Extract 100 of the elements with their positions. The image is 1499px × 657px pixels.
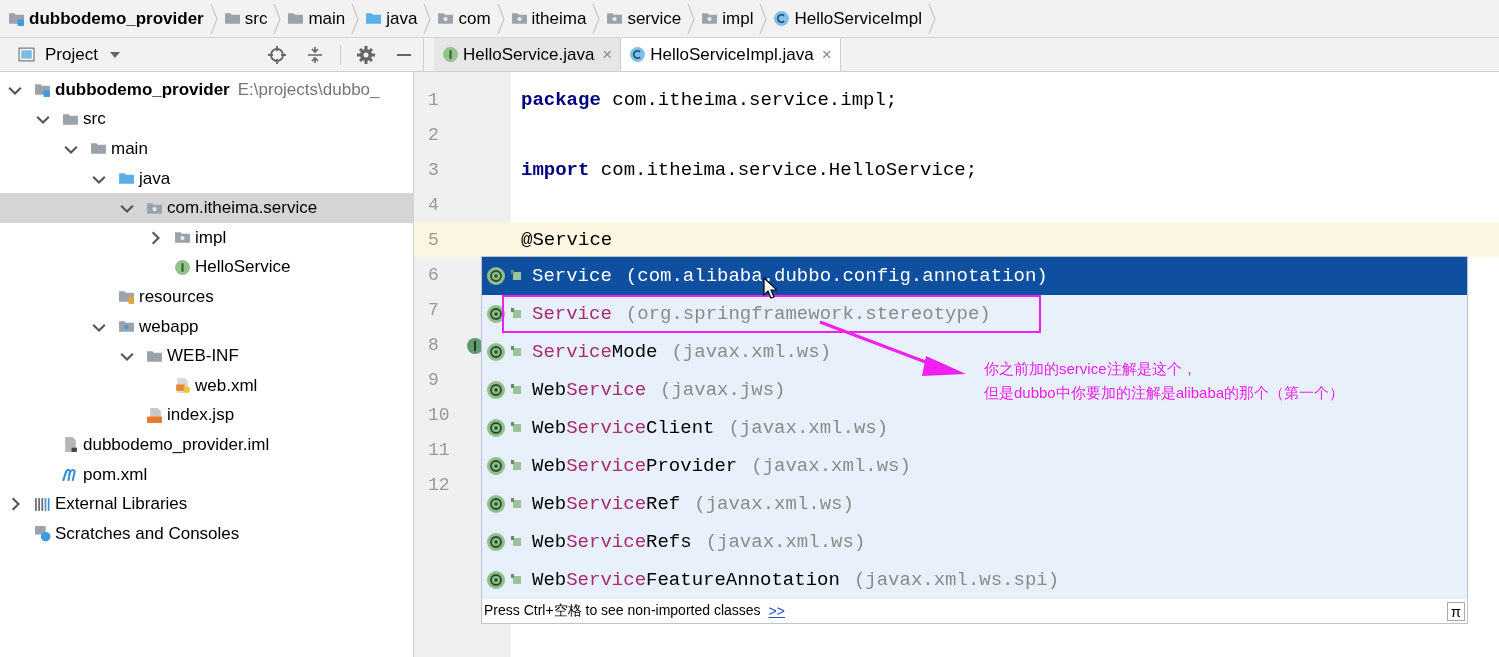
separator-icon [273,3,282,34]
completion-package: (javax.xml.ws) [671,341,832,363]
callout-text: 但是dubbo中你要加的注解是alibaba的那个（第一个） [984,383,1345,403]
tree-item[interactable]: External Libraries [0,489,413,519]
settings-icon[interactable] [357,45,375,64]
separator-icon [496,3,505,34]
tree-item[interactable]: src [0,104,413,135]
tree-label: HelloService [195,257,291,278]
completion-item[interactable]: Service (org.springframework.stereotype) [482,295,1041,333]
code-keyword: package [521,88,601,111]
tree-item[interactable]: webapp [0,311,413,342]
annotation-icon [486,380,524,400]
editor-tab[interactable]: HelloService.java × [434,38,622,71]
completion-item[interactable]: WebServiceClient (javax.xml.ws) [482,409,901,447]
file-icon [174,377,191,395]
completion-name: WebServiceRefs [532,531,692,553]
close-button[interactable]: × [821,44,832,65]
completion-package: (javax.xml.ws) [694,493,854,515]
annotation-icon [486,494,524,514]
file-icon [62,466,79,483]
annotation-icon [486,418,524,438]
caret-icon[interactable] [109,51,120,58]
tree-item[interactable]: java [0,163,413,194]
collapse-icon[interactable] [306,45,324,64]
breadcrumb-item[interactable]: main [281,3,352,34]
code-text: com.itheima.service.HelloService; [599,158,978,181]
tree-item[interactable]: Scratches and Consoles [0,518,413,549]
module-icon [8,10,25,27]
project-path: E:\projects\dubbo_ [237,79,380,100]
completion-name: WebServiceProvider [532,455,738,477]
completion-name: Service [532,303,612,325]
completion-package: (javax.xml.ws) [728,417,889,439]
line-number: 9 [427,369,440,390]
completion-name: WebServiceClient [532,417,715,439]
breadcrumb-item[interactable]: impl [695,3,760,34]
completion-package: (javax.xml.ws) [705,531,866,553]
tree-item[interactable]: web.xml [0,370,413,401]
breadcrumb-item[interactable]: com [431,3,497,34]
window-icon [18,46,35,63]
breadcrumb-item[interactable]: src [217,3,274,34]
editor-tab[interactable]: HelloServiceImpl.java × [621,38,841,71]
line-number: 8 [427,334,440,355]
tree-label: java [139,168,171,189]
tree-item[interactable]: index.jsp [0,400,413,431]
breadcrumb-item[interactable]: service [600,3,688,34]
completion-item[interactable]: Service (com.alibaba.dubbo.config.annotation) [482,257,1467,295]
separator-icon [423,3,432,34]
tree-item[interactable]: com.itheima.service [0,193,413,223]
tree-label: index.jsp [167,405,235,426]
breadcrumb-item[interactable]: dubbodemo_provider [2,3,210,34]
panel-title[interactable]: Project [45,44,98,65]
package-icon [606,10,624,27]
crosshair-icon[interactable] [268,45,286,64]
package-icon [510,10,528,27]
tree-item[interactable]: dubbodemo_provider.iml [0,430,413,460]
tree-label: dubbodemo_provider.iml [83,434,270,455]
completion-name: Service [532,265,612,287]
breadcrumb-item[interactable]: java [359,3,424,34]
tree-item[interactable]: pom.xml [0,459,413,490]
package-icon [437,10,455,27]
completion-name: WebServiceRef [532,493,681,515]
completion-package: (org.springframework.stereotype) [625,303,991,325]
line-number: 3 [427,159,440,180]
completion-item[interactable]: ServiceMode (javax.xml.ws) [482,333,844,371]
folder-icon [365,10,383,27]
tree-label: dubbodemo_provider [55,79,230,100]
tree-item[interactable]: HelloService [0,252,413,283]
tree-label: impl [195,227,227,248]
tree-item[interactable]: impl [0,222,413,253]
code-text: com.itheima.service.impl; [611,88,898,111]
completion-item[interactable]: WebService (javax.jws) [482,371,798,409]
completion-package: (com.alibaba.dubbo.config.annotation) [625,265,1048,287]
completion-item[interactable]: WebServiceRefs (javax.xml.ws) [482,523,878,561]
separator-icon [927,3,936,34]
completion-item[interactable]: WebServiceProvider (javax.xml.ws) [482,447,923,485]
console-icon [34,525,51,543]
completion-item[interactable]: WebServiceFeatureAnnotation (javax.xml.ws.spi) [482,561,1072,599]
annotation-icon [486,342,524,362]
tree-item[interactable]: WEB-INF [0,341,413,371]
tree-label: web.xml [195,375,258,396]
line-number: 4 [427,194,440,215]
breadcrumb-item[interactable]: HelloServiceImpl [767,3,928,34]
file-icon [62,436,79,454]
line-number: 2 [427,124,440,145]
class-icon [773,10,791,27]
separator-icon [351,3,360,34]
tree-label: webapp [139,316,199,337]
tree-item[interactable]: resources [0,282,413,312]
tree-item[interactable]: main [0,134,413,164]
completion-name: ServiceMode [532,341,658,363]
separator-icon [209,3,218,34]
folder-icon [118,288,135,306]
hint-text: Press Ctrl+空格 to see non-imported classes [484,602,761,620]
tree-item[interactable]: dubbodemo_provider E:\projects\dubbo_ [0,75,413,105]
more-link[interactable]: >> [768,603,785,619]
completion-name: WebServiceFeatureAnnotation [532,569,840,591]
completion-item[interactable]: WebServiceRef (javax.xml.ws) [482,485,866,523]
tree-label: src [83,109,106,130]
breadcrumb-item[interactable]: itheima [504,3,593,34]
corner-button[interactable]: π [1446,601,1465,621]
